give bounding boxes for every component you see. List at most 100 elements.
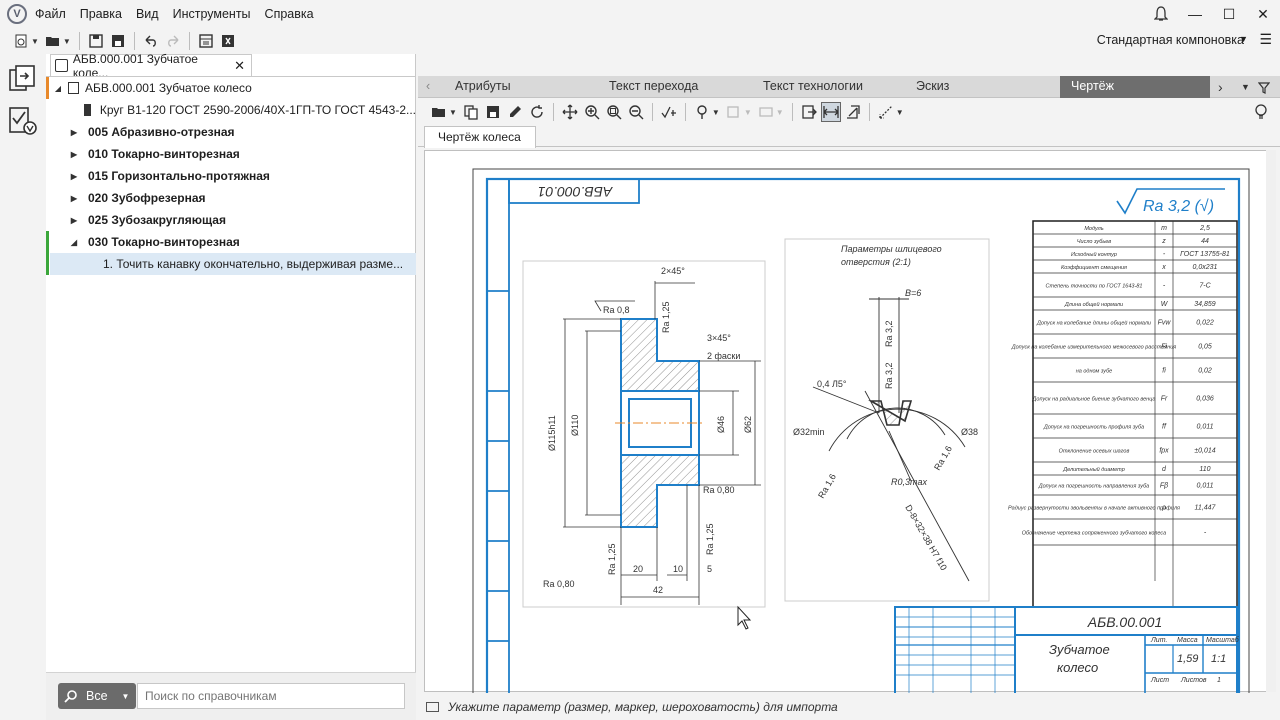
table-param-symbol[interactable]: fpx <box>1159 448 1169 455</box>
table-param-value[interactable]: 11,447 <box>1195 505 1217 512</box>
open-folder-icon[interactable] <box>430 103 448 121</box>
table-param-value[interactable]: 2,5 <box>1199 225 1210 232</box>
table-param-name[interactable]: на одном зубе <box>1076 369 1113 375</box>
zoom-window-icon[interactable] <box>605 103 623 121</box>
app-logo-icon[interactable]: V <box>7 4 27 24</box>
menu-help[interactable]: Справка <box>265 7 314 21</box>
edit-icon[interactable] <box>506 103 524 121</box>
chevron-right-icon[interactable]: ▶ <box>68 150 80 159</box>
tab-drawing[interactable]: Чертёж <box>1060 76 1210 98</box>
tree-item-025[interactable]: ▶ 025 Зубозакругляющая <box>46 209 416 231</box>
table-param-symbol[interactable]: W <box>1161 301 1169 308</box>
tab-technology-text[interactable]: Текст технологии <box>763 79 863 93</box>
dim-r0-3max[interactable]: R0,3max <box>891 477 928 487</box>
dim-ra-3-2-b[interactable]: Ra 3,2 <box>884 362 894 389</box>
tab-sketch[interactable]: Эскиз <box>916 79 949 93</box>
tree-item-015[interactable]: ▶ 015 Горизонтально-протяжная <box>46 165 416 187</box>
table-param-name[interactable]: Обозначение чертежа сопряженного зубчато… <box>1022 531 1166 537</box>
undo-icon[interactable] <box>142 32 160 50</box>
new-document-icon[interactable] <box>12 32 30 50</box>
tree-item-010[interactable]: ▶ 010 Токарно-винторезная <box>46 143 416 165</box>
tree-root[interactable]: ◢ АБВ.000.001 Зубчатое колесо <box>46 77 416 99</box>
table-param-name[interactable]: Допуск на колебание измерительного межос… <box>1011 345 1177 351</box>
tree-item-005[interactable]: ▶ 005 Абразивно-отрезная <box>46 121 416 143</box>
dim-ra-1-25-b[interactable]: Ra 1,25 <box>705 523 715 555</box>
drawing-canvas[interactable]: АБВ.000.01 Ra 3,2 (√) 2×45° 3×45° 2 фаск… <box>424 150 1277 701</box>
menu-icon[interactable]: ☰ <box>1259 31 1272 48</box>
document-tab[interactable]: АБВ.000.001 Зубчатое коле... ✕ <box>50 52 252 80</box>
table-param-name[interactable]: Отклонение осевых шагов <box>1059 449 1130 455</box>
chevron-right-icon[interactable]: ▶ <box>68 216 80 225</box>
table-param-symbol[interactable]: Fvw <box>1158 320 1172 327</box>
table-param-value[interactable]: ГОСТ 13755-81 <box>1180 251 1230 258</box>
title-block[interactable]: АБВ.00.001 Зубчатое колесо Лит. Масса Ма… <box>894 606 1240 700</box>
table-param-value[interactable]: 7-С <box>1199 283 1211 290</box>
table-param-symbol[interactable]: Fβ <box>1160 483 1168 490</box>
zoom-in-icon[interactable] <box>583 103 601 121</box>
table-param-value[interactable]: 0,0х231 <box>1193 264 1218 271</box>
dim-d110[interactable]: Ø110 <box>570 415 580 436</box>
chevron-down-icon[interactable]: ▼ <box>63 37 71 46</box>
measure-icon[interactable] <box>660 103 678 121</box>
dim-ra-3-2-a[interactable]: Ra 3,2 <box>884 320 894 347</box>
spline-designation[interactable]: D-8×32×38 H7 f10 <box>903 503 949 572</box>
chevron-down-icon[interactable]: ▼ <box>1241 82 1250 92</box>
tree-material[interactable]: Круг В1-120 ГОСТ 2590-2006/40Х-1ГП-ТО ГО… <box>46 99 416 121</box>
chevron-down-icon[interactable]: ◢ <box>52 84 64 93</box>
table-param-symbol[interactable]: x <box>1161 264 1166 271</box>
tree-step-1[interactable]: 1. Точить канавку окончательно, выдержив… <box>50 253 416 275</box>
open-folder-icon[interactable] <box>44 32 62 50</box>
dim-len-10[interactable]: 10 <box>673 564 683 574</box>
dim-chamfer-2x45[interactable]: 2×45° <box>661 266 685 276</box>
tab-wheel-drawing[interactable]: Чертёж колеса <box>424 126 536 148</box>
save-all-icon[interactable] <box>109 32 127 50</box>
tabs-forward-icon[interactable]: › <box>1218 79 1223 95</box>
tabs-back-icon[interactable]: ‹ <box>426 79 430 93</box>
dim-ra-1-6-b[interactable]: Ra 1,6 <box>816 472 838 500</box>
table-param-symbol[interactable]: z <box>1161 238 1166 245</box>
dim-0-4-45[interactable]: 0,4 Л5° <box>817 379 847 389</box>
drawing-sheet[interactable]: АБВ.000.01 Ra 3,2 (√) 2×45° 3×45° 2 фаск… <box>425 151 1277 701</box>
layout-selector[interactable]: Стандартная компоновка <box>1097 33 1244 47</box>
search-filter-button[interactable]: Все ▼ <box>58 683 136 709</box>
tab-transition-text[interactable]: Текст перехода <box>609 79 698 93</box>
roughness-mark[interactable]: Ra 3,2 (√) <box>1143 198 1214 215</box>
table-param-symbol[interactable]: m <box>1161 225 1167 232</box>
properties-icon[interactable] <box>197 32 215 50</box>
hint-lightbulb-icon[interactable] <box>1254 104 1268 123</box>
table-param-value[interactable]: 0,011 <box>1197 483 1214 490</box>
chevron-right-icon[interactable]: ▶ <box>68 172 80 181</box>
process-tree-icon[interactable] <box>8 64 38 94</box>
tolerance-icon[interactable] <box>757 103 775 121</box>
marker-icon[interactable] <box>693 103 711 121</box>
dim-ra-0-80-b[interactable]: Ra 0,80 <box>703 485 735 495</box>
table-param-value[interactable]: - <box>1204 530 1207 537</box>
dim-d115[interactable]: Ø115h11 <box>547 415 557 451</box>
table-param-symbol[interactable]: d <box>1162 466 1167 473</box>
close-icon[interactable]: ✕ <box>234 58 245 74</box>
check-document-icon[interactable] <box>8 106 38 136</box>
chevron-down-icon[interactable]: ▼ <box>776 108 784 117</box>
table-param-symbol[interactable]: ff <box>1162 424 1167 431</box>
dim-ra-1-25-c[interactable]: Ra 1,25 <box>607 543 617 575</box>
insert-text-icon[interactable] <box>725 103 743 121</box>
zoom-out-icon[interactable] <box>627 103 645 121</box>
dim-len-5[interactable]: 5 <box>707 564 712 574</box>
chevron-down-icon[interactable]: ▼ <box>1239 34 1248 44</box>
table-param-value[interactable]: 0,011 <box>1197 424 1214 431</box>
chevron-right-icon[interactable]: ▶ <box>68 128 80 137</box>
dim-len-42[interactable]: 42 <box>653 585 663 595</box>
table-param-value[interactable]: 0,022 <box>1196 320 1214 327</box>
table-param-name[interactable]: Допуск на погрешность направления зуба <box>1038 484 1149 490</box>
table-param-name[interactable]: Допуск на колебание длины общей нормали <box>1036 320 1151 327</box>
menu-file[interactable]: Файл <box>35 7 66 21</box>
dim-ra-0-80-c[interactable]: Ra 0,80 <box>543 579 575 589</box>
dim-len-20[interactable]: 20 <box>633 564 643 574</box>
dim-d38[interactable]: Ø38 <box>961 427 978 437</box>
dim-two-chamfers[interactable]: 2 фаски <box>707 351 740 361</box>
title-mass-value[interactable]: 1,59 <box>1177 653 1198 665</box>
notifications-bell-icon[interactable] <box>1144 0 1178 28</box>
table-param-value[interactable]: 34,859 <box>1194 301 1216 308</box>
tab-attributes[interactable]: Атрибуты <box>455 79 511 93</box>
table-param-name[interactable]: Число зубьев <box>1077 239 1111 245</box>
